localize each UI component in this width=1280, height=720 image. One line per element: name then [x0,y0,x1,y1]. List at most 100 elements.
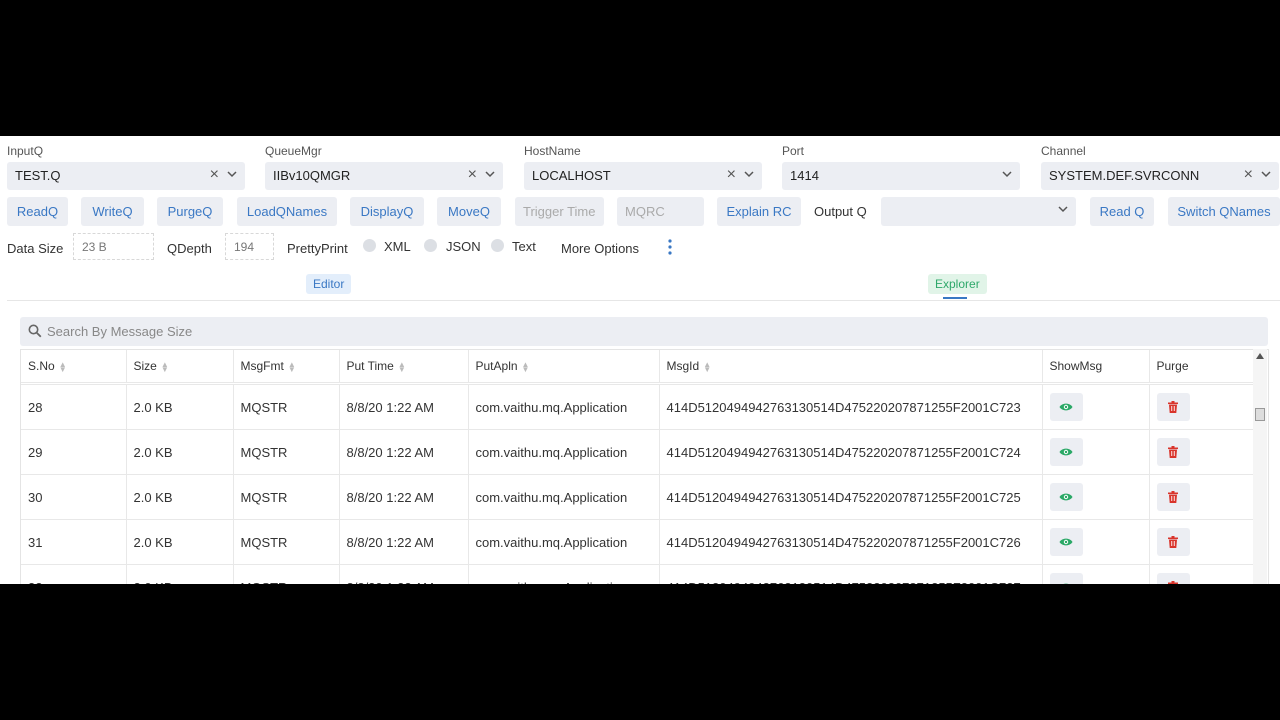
purgeq-button[interactable]: PurgeQ [157,197,223,226]
col-put-time[interactable]: Put Time ▲ ▼ [339,350,469,383]
table-row[interactable]: 28 2.0 KB MQSTR 8/8/20 1:22 AM com.vaithu.mq… [21,384,1256,430]
search-input[interactable]: Search By Message Size [47,324,192,339]
purge-cell [1149,474,1256,520]
xml-radio[interactable] [363,239,376,252]
purge-message-button[interactable] [1156,573,1190,584]
switch-qnames-button[interactable]: Switch QNames [1168,197,1280,226]
trigger-time-input[interactable]: Trigger Time [515,197,604,226]
purge-cell [1149,564,1256,584]
messages-table: S.No ▲ ▼ Size ▲ ▼ MsgFmt ▲ ▼ Put Time ▲ ▼ PutApl… [20,349,1269,584]
channel-select[interactable]: SYSTEM.DEF.SVRCONN × [1041,162,1279,190]
chevron-down-icon[interactable] [1259,167,1273,181]
show-message-button[interactable] [1049,528,1083,556]
port-select[interactable]: 1414 [782,162,1020,190]
sort-icon[interactable]: ▲ ▼ [288,360,296,373]
hostname-field: HostName LOCALHOST × [524,144,762,194]
eye-icon [1059,538,1073,546]
text-radio[interactable] [491,239,504,252]
tab-active-indicator [943,297,967,299]
output-q-label: Output Q [814,204,867,219]
clear-icon[interactable]: × [210,166,219,184]
table-row[interactable]: 31 2.0 KB MQSTR 8/8/20 1:22 AM com.vaithu.mq… [21,519,1256,565]
moveq-button[interactable]: MoveQ [437,197,501,226]
more-options-label[interactable]: More Options [561,241,639,256]
msgid-cell: 414D5120494942763130514D475220207871255F… [659,384,1043,430]
eye-icon [1059,448,1073,456]
show-message-button[interactable] [1049,393,1083,421]
tab-editor[interactable]: Editor [306,274,352,294]
table-row[interactable]: 30 2.0 KB MQSTR 8/8/20 1:22 AM com.vaithu.mq… [21,474,1256,520]
port-field: Port 1414 [782,144,1020,194]
sort-icon[interactable]: ▲ ▼ [522,360,530,373]
queuemgr-value: IIBv10QMGR [273,168,351,183]
inputq-label: InputQ [7,144,44,158]
scrollbar-thumb[interactable] [1255,408,1265,421]
channel-label: Channel [1041,144,1086,158]
sno-cell: 28 [21,384,127,430]
table-scrollbar[interactable] [1253,349,1267,584]
putapln-cell: com.vaithu.mq.Application [468,429,660,475]
table-row[interactable]: 322.0 KBMQSTR8/8/20 1:22 AMcom.vaithu.mq… [21,564,1256,584]
tab-explorer[interactable]: Explorer [928,274,987,294]
msgid-cell: 414D5120494942763130514D475220207871255F… [659,564,1043,584]
chevron-down-icon[interactable] [1056,202,1070,216]
read-q-button[interactable]: Read Q [1090,197,1154,226]
show-message-button[interactable] [1049,573,1083,584]
chevron-down-icon[interactable] [225,167,239,181]
purge-cell [1149,384,1256,430]
hostname-select[interactable]: LOCALHOST × [524,162,762,190]
clear-icon[interactable]: × [1244,166,1253,184]
qdepth-label: QDepth [167,241,212,256]
hostname-value: LOCALHOST [532,168,611,183]
col-size[interactable]: Size ▲ ▼ [126,350,234,383]
col-sno[interactable]: S.No ▲ ▼ [21,350,127,383]
writeq-button[interactable]: WriteQ [81,197,144,226]
search-bar[interactable]: Search By Message Size [20,317,1268,346]
scroll-up-icon[interactable] [1256,353,1264,359]
col-msgfmt[interactable]: MsgFmt ▲ ▼ [233,350,340,383]
json-radio[interactable] [424,239,437,252]
purge-cell [1149,519,1256,565]
loadqnames-button[interactable]: LoadQNames [237,197,337,226]
msgfmt-cell: MQSTR [233,474,340,520]
displayq-button[interactable]: DisplayQ [350,197,424,226]
put-time-cell: 8/8/20 1:22 AM [339,474,469,520]
show-message-button[interactable] [1049,438,1083,466]
data-size-field: 23 B [73,233,154,260]
sort-icon[interactable]: ▲ ▼ [703,360,711,373]
mq-explorer-app: InputQ TEST.Q × QueueMgr IIBv10QMGR × Ho… [0,136,1280,584]
clear-icon[interactable]: × [468,166,477,184]
col-msgid[interactable]: MsgId ▲ ▼ [659,350,1043,383]
putapln-cell: com.vaithu.mq.Application [468,519,660,565]
trash-icon [1168,446,1178,458]
hostname-label: HostName [524,144,581,158]
output-q-select[interactable] [881,197,1076,226]
putapln-cell: com.vaithu.mq.Application [468,564,660,584]
clear-icon[interactable]: × [727,166,736,184]
readq-button[interactable]: ReadQ [7,197,68,226]
show-message-button[interactable] [1049,483,1083,511]
sort-icon[interactable]: ▲ ▼ [161,360,169,373]
trash-icon [1168,536,1178,548]
chevron-down-icon[interactable] [742,167,756,181]
sort-icon[interactable]: ▲ ▼ [398,360,406,373]
put-time-cell: 8/8/20 1:22 AM [339,519,469,565]
purge-message-button[interactable] [1156,528,1190,556]
chevron-down-icon[interactable] [1000,167,1014,181]
mqrc-input[interactable]: MQRC [617,197,704,226]
queuemgr-select[interactable]: IIBv10QMGR × [265,162,503,190]
table-row[interactable]: 29 2.0 KB MQSTR 8/8/20 1:22 AM com.vaithu.mq… [21,429,1256,475]
kebab-icon[interactable] [664,238,676,256]
inputq-select[interactable]: TEST.Q × [7,162,245,190]
purge-message-button[interactable] [1156,393,1190,421]
showmsg-cell [1042,564,1150,584]
col-putapln[interactable]: PutApln ▲ ▼ [468,350,660,383]
eye-icon [1059,493,1073,501]
trash-icon [1168,491,1178,503]
purge-message-button[interactable] [1156,483,1190,511]
sort-icon[interactable]: ▲ ▼ [59,360,67,373]
chevron-down-icon[interactable] [483,167,497,181]
explain-rc-button[interactable]: Explain RC [717,197,801,226]
purge-message-button[interactable] [1156,438,1190,466]
col-purge: Purge [1149,350,1256,383]
